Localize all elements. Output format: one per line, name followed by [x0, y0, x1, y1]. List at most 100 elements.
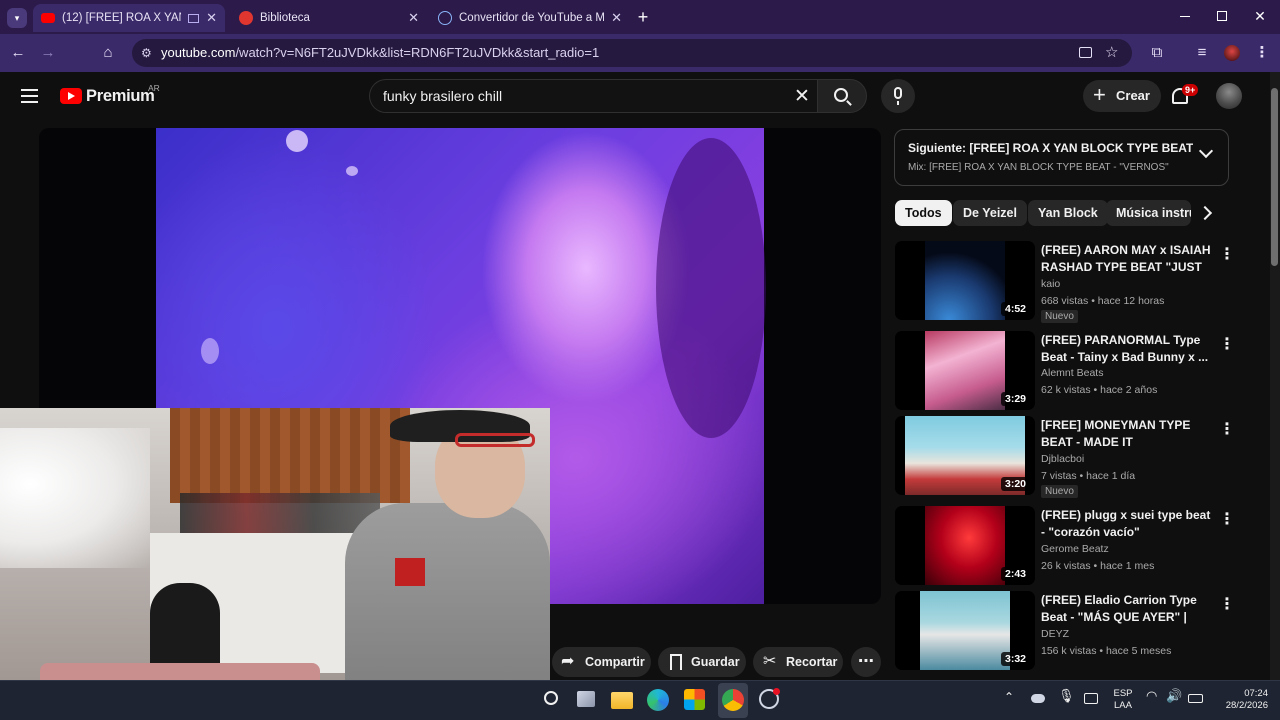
close-tab-icon[interactable]: ✕ [408, 10, 419, 26]
video-thumbnail[interactable]: 3:29 [895, 331, 1035, 410]
channel-name[interactable]: Gerome Beatz [1041, 543, 1109, 555]
address-bar[interactable]: ⚙ youtube.com/watch?v=N6FT2uJVDkk&list=R… [132, 39, 1132, 67]
back-arrow-icon[interactable]: ← [8, 43, 28, 63]
search-button[interactable] [817, 79, 867, 113]
channel-name[interactable]: kaio [1041, 278, 1060, 290]
list-item[interactable]: 4:52 (FREE) AARON MAY x ISAIAH RASHAD TY… [895, 241, 1235, 323]
close-tab-icon[interactable]: ✕ [611, 10, 622, 26]
list-item[interactable]: 2:43 (FREE) plugg x suei type beat - "co… [895, 506, 1235, 588]
video-meta: 668 vistas • hace 12 horas [1041, 295, 1165, 307]
clear-search-icon[interactable]: ✕ [794, 85, 810, 108]
video-thumbnail[interactable]: 3:20 [895, 416, 1035, 495]
extensions-puzzle-icon[interactable]: ⧉ [1147, 43, 1167, 63]
red-glasses [455, 433, 535, 447]
more-options-icon[interactable]: ⋮ [1219, 511, 1235, 529]
browser-tab-strip: ▾ (12) [FREE] ROA X YAN BLOCK TYPE BEAT … [0, 0, 1280, 34]
window-light [0, 428, 150, 568]
duration-badge: 2:43 [1000, 567, 1030, 581]
profile-avatar[interactable] [1224, 45, 1240, 61]
video-title[interactable]: (FREE) Eladio Carrion Type Beat - "MÁS Q… [1041, 592, 1211, 626]
home-icon[interactable]: ⌂ [98, 43, 118, 63]
account-avatar[interactable] [1216, 83, 1242, 109]
chip-musica-instrumental[interactable]: Música instru [1106, 200, 1191, 226]
video-title[interactable]: [FREE] MONEYMAN TYPE BEAT - MADE IT [1041, 417, 1211, 450]
search-box[interactable]: ✕ [369, 79, 823, 113]
list-item[interactable]: 3:29 (FREE) PARANORMAL Type Beat - Tainy… [895, 331, 1235, 413]
microsoft-store-icon[interactable] [684, 689, 705, 710]
wooden-ceiling [170, 408, 410, 503]
channel-name[interactable]: Djblacboi [1041, 453, 1084, 465]
more-options-icon[interactable]: ⋮ [1219, 336, 1235, 354]
clock[interactable]: 07:24 28/2/2026 [1212, 688, 1268, 712]
wifi-icon[interactable]: ◠ [1146, 689, 1157, 702]
voice-search-button[interactable] [881, 79, 915, 113]
language-indicator[interactable]: ESP LAA [1110, 688, 1136, 712]
youtube-premium-wordmark[interactable]: Premium [86, 87, 155, 106]
tab-youtube[interactable]: (12) [FREE] ROA X YAN BLOCK TYPE BEAT ✕ [33, 4, 225, 32]
tab-list-dropdown-button[interactable]: ▾ [7, 8, 27, 28]
browser-menu-icon[interactable]: ⋮ [1252, 43, 1272, 63]
onedrive-icon[interactable] [1031, 694, 1045, 703]
list-item[interactable]: 3:20 [FREE] MONEYMAN TYPE BEAT - MADE IT… [895, 416, 1235, 498]
site-info-icon[interactable]: ⚙ [141, 39, 152, 67]
chrome-browser-icon[interactable] [722, 689, 744, 711]
more-options-icon[interactable]: ⋮ [1219, 246, 1235, 264]
close-tab-icon[interactable]: ✕ [206, 10, 217, 26]
clip-button[interactable]: ✂ Recortar [753, 647, 843, 677]
microphone-tray-icon[interactable]: 🎙 [1058, 689, 1075, 702]
up-next-title: Siguiente: [FREE] ROA X YAN BLOCK TYPE B… [908, 141, 1193, 155]
chevron-down-icon[interactable] [1198, 143, 1214, 159]
more-options-icon[interactable]: ⋮ [1219, 596, 1235, 614]
screen-capture-icon[interactable] [1084, 693, 1098, 704]
search-icon[interactable] [544, 691, 558, 705]
volume-icon[interactable]: 🔊 [1166, 689, 1182, 702]
video-thumbnail[interactable]: 3:32 [895, 591, 1035, 670]
battery-icon[interactable] [1188, 694, 1203, 703]
list-item[interactable]: 3:32 (FREE) Eladio Carrion Type Beat - "… [895, 591, 1235, 673]
new-tab-button[interactable]: + [633, 7, 653, 27]
media-controls-icon[interactable]: ≡ [1192, 43, 1212, 63]
create-button[interactable]: Crear [1083, 79, 1161, 112]
microphone-icon [894, 87, 902, 99]
video-title[interactable]: (FREE) plugg x suei type beat - "corazón… [1041, 507, 1211, 540]
show-hidden-icons-chevron[interactable]: ⌃ [1004, 691, 1014, 703]
chip-todos[interactable]: Todos [895, 200, 952, 226]
install-app-icon[interactable] [1079, 47, 1092, 58]
video-title[interactable]: (FREE) AARON MAY x ISAIAH RASHAD TYPE BE… [1041, 242, 1211, 276]
download-cloud-icon [438, 11, 452, 25]
video-title[interactable]: (FREE) PARANORMAL Type Beat - Tainy x Ba… [1041, 332, 1211, 365]
file-explorer-icon[interactable] [611, 692, 633, 709]
video-thumbnail[interactable]: 4:52 [895, 241, 1035, 320]
search-input[interactable] [383, 88, 763, 104]
scrollbar-thumb[interactable] [1271, 88, 1278, 266]
more-options-icon[interactable]: ⋮ [1219, 421, 1235, 439]
maximize-button[interactable] [1217, 11, 1227, 21]
minimize-button[interactable] [1180, 16, 1190, 17]
tab-convertidor[interactable]: Convertidor de YouTube a MP3 ✕ [430, 4, 630, 32]
up-next-card[interactable]: Siguiente: [FREE] ROA X YAN BLOCK TYPE B… [894, 129, 1229, 186]
tab-title: (12) [FREE] ROA X YAN BLOCK TYPE BEAT [62, 12, 181, 24]
tab-title: Convertidor de YouTube a MP3 [459, 12, 605, 24]
chip-de-yeizel[interactable]: De Yeizel [953, 200, 1027, 226]
chips-next-arrow-icon[interactable] [1197, 205, 1213, 221]
clock-date: 28/2/2026 [1225, 700, 1268, 711]
save-button[interactable]: Guardar [658, 647, 746, 677]
channel-name[interactable]: Alemnt Beats [1041, 367, 1103, 379]
chip-yan-block[interactable]: Yan Block [1028, 200, 1108, 226]
channel-name[interactable]: DEYZ [1041, 628, 1069, 640]
bookmark-star-icon[interactable]: ☆ [1105, 39, 1118, 67]
url-host: youtube.com [161, 45, 236, 60]
edge-browser-icon[interactable] [647, 689, 669, 711]
share-button[interactable]: ➦ Compartir [552, 647, 651, 677]
more-actions-button[interactable]: ⋯ [851, 647, 881, 677]
task-view-icon[interactable] [577, 691, 595, 707]
hamburger-menu-icon[interactable] [21, 89, 38, 103]
tab-biblioteca[interactable]: Biblioteca ✕ [231, 4, 427, 32]
new-badge: Nuevo [1041, 485, 1078, 498]
video-thumbnail[interactable]: 2:43 [895, 506, 1035, 585]
browser-toolbar: ← → ⌂ ⚙ youtube.com/watch?v=N6FT2uJVDkk&… [0, 34, 1280, 72]
youtube-logo-icon[interactable] [60, 88, 82, 104]
tab-title: Biblioteca [260, 12, 310, 24]
forward-arrow-icon[interactable]: → [38, 43, 58, 63]
close-window-button[interactable]: ✕ [1253, 6, 1267, 26]
